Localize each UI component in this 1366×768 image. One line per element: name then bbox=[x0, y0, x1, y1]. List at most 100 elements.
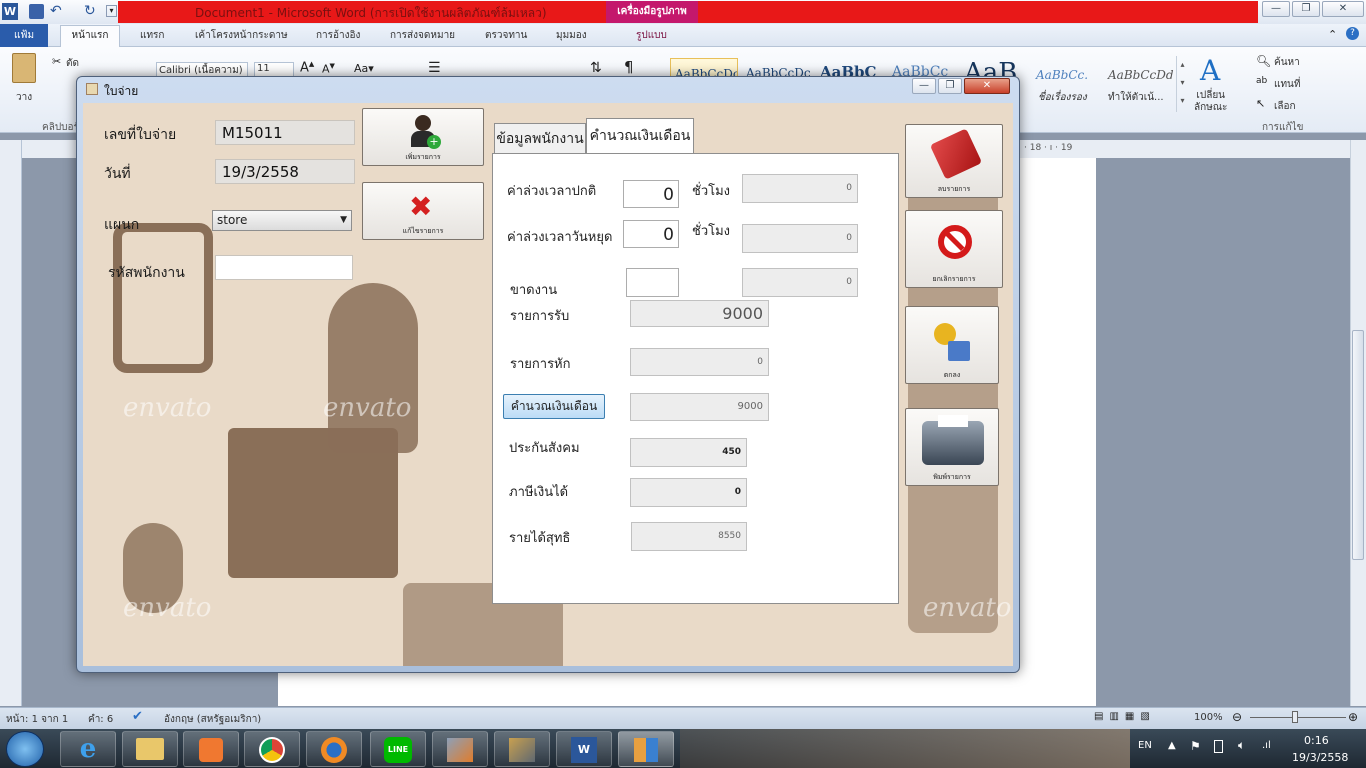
zoom-slider-thumb[interactable] bbox=[1292, 711, 1298, 723]
ot-holiday-amount[interactable]: 0 bbox=[742, 224, 858, 253]
paste-icon[interactable] bbox=[12, 53, 36, 83]
income-field[interactable]: 9000 bbox=[630, 300, 769, 327]
redo-icon[interactable]: ↻ bbox=[84, 3, 96, 19]
pilcrow-icon[interactable]: ¶ bbox=[624, 58, 634, 76]
bullets-icon[interactable]: ☰ bbox=[428, 60, 441, 76]
scrollbar-thumb[interactable] bbox=[1352, 330, 1364, 560]
taskbar-app-10[interactable] bbox=[618, 731, 674, 767]
tab-insert[interactable]: แทรก bbox=[140, 28, 164, 43]
input-language[interactable]: EN bbox=[1138, 740, 1152, 751]
taskbar-chrome[interactable] bbox=[244, 731, 300, 767]
tab-page-layout[interactable]: เค้าโครงหน้ากระดาษ bbox=[195, 28, 288, 43]
proofing-icon[interactable]: ✔ bbox=[132, 709, 143, 724]
delete-item-button[interactable]: ลบรายการ bbox=[905, 124, 1003, 198]
employee-id-field[interactable] bbox=[215, 255, 353, 280]
select-icon[interactable]: ↖ bbox=[1256, 97, 1265, 110]
clock-date[interactable]: 19/3/2558 bbox=[1292, 751, 1348, 764]
style-subtle-emphasis[interactable]: AaBbCcDd ทำให้ตัวเน้... bbox=[1106, 58, 1178, 113]
ot-holiday-hours-input[interactable]: 0 bbox=[623, 220, 679, 248]
find-icon[interactable]: 🔍︎ bbox=[1256, 54, 1271, 68]
network-icon[interactable]: .ıl bbox=[1262, 740, 1271, 751]
clock-time[interactable]: 0:16 bbox=[1304, 734, 1329, 747]
tab-mailings[interactable]: การส่งจดหมาย bbox=[390, 28, 455, 43]
absent-amount[interactable]: 0 bbox=[742, 268, 858, 297]
collapse-ribbon-icon[interactable]: ⌃ bbox=[1328, 28, 1337, 41]
find-button[interactable]: ค้นหา bbox=[1274, 55, 1300, 70]
tab-home[interactable]: หน้าแรก bbox=[60, 25, 120, 48]
taskbar-word[interactable]: W bbox=[556, 731, 612, 767]
battery-icon[interactable] bbox=[1214, 740, 1223, 753]
cancel-item-button[interactable]: ยกเลิกรายการ bbox=[905, 210, 1003, 288]
grow-font-icon[interactable]: A▲ bbox=[300, 60, 314, 75]
zoom-out-icon[interactable]: ⊖ bbox=[1232, 710, 1242, 724]
language-status[interactable]: อังกฤษ (สหรัฐอเมริกา) bbox=[164, 712, 261, 727]
dialog-minimize-button[interactable]: — bbox=[912, 78, 936, 94]
deduct-field[interactable]: 0 bbox=[630, 348, 769, 376]
ot-normal-amount[interactable]: 0 bbox=[742, 174, 858, 203]
word-count[interactable]: คำ: 6 bbox=[88, 712, 113, 727]
zoom-level[interactable]: 100% bbox=[1194, 712, 1223, 723]
tab-view[interactable]: มุมมอง bbox=[556, 28, 587, 43]
change-styles-icon[interactable]: A bbox=[1200, 54, 1220, 87]
social-security-field[interactable]: 450 bbox=[630, 438, 747, 467]
maximize-button[interactable]: ❐ bbox=[1292, 1, 1320, 17]
cut-icon[interactable]: ✂ bbox=[52, 55, 61, 68]
zoom-in-icon[interactable]: ⊕ bbox=[1348, 710, 1358, 724]
taskbar-line[interactable]: LINE bbox=[370, 731, 426, 767]
mannequin-decoration bbox=[328, 283, 418, 453]
show-hidden-icons-icon[interactable]: ▲ bbox=[1168, 740, 1176, 751]
tools-icon bbox=[509, 738, 535, 762]
net-income-field[interactable]: 8550 bbox=[631, 522, 747, 551]
styles-scroll-icon[interactable]: ▴ ▾ ▾ bbox=[1176, 56, 1188, 112]
department-select[interactable]: store ▼ bbox=[212, 210, 352, 231]
minimize-button[interactable]: — bbox=[1262, 1, 1290, 17]
tab-review[interactable]: ตรวจทาน bbox=[485, 28, 527, 43]
select-button[interactable]: เลือก bbox=[1274, 99, 1296, 114]
style-subtitle[interactable]: AaBbCc. ชื่อเรื่องรอง bbox=[1034, 58, 1106, 113]
save-icon[interactable] bbox=[29, 4, 44, 19]
income-tax-field[interactable]: 0 bbox=[630, 478, 747, 507]
taskbar-ie[interactable]: e bbox=[60, 731, 116, 767]
tab-format[interactable]: รูปแบบ bbox=[636, 28, 667, 43]
page-count[interactable]: หน้า: 1 จาก 1 bbox=[6, 712, 68, 727]
tab-file[interactable]: แฟ้ม bbox=[0, 24, 48, 47]
change-case-icon[interactable]: Aa▾ bbox=[354, 62, 374, 75]
zoom-slider[interactable] bbox=[1250, 717, 1346, 718]
taskbar-app-7[interactable] bbox=[432, 731, 488, 767]
replace-icon[interactable]: ab bbox=[1256, 76, 1267, 86]
taskbar-app-8[interactable] bbox=[494, 731, 550, 767]
taskbar-firefox[interactable] bbox=[306, 731, 362, 767]
ok-button[interactable]: ตกลง bbox=[905, 306, 999, 384]
tab-references[interactable]: การอ้างอิง bbox=[316, 28, 360, 43]
undo-icon[interactable]: ↶ bbox=[50, 3, 62, 19]
add-item-button[interactable]: + เพิ่มรายการ bbox=[362, 108, 484, 166]
ot-normal-hours-input[interactable]: 0 bbox=[623, 180, 679, 208]
sort-icon[interactable]: ⇅ bbox=[590, 60, 602, 76]
word-app-icon[interactable]: W bbox=[2, 3, 18, 20]
absent-days-input[interactable] bbox=[626, 268, 679, 297]
calculated-salary[interactable]: 9000 bbox=[630, 393, 769, 421]
cut-label[interactable]: ตัด bbox=[66, 56, 79, 71]
dialog-maximize-button[interactable]: ❐ bbox=[938, 78, 962, 94]
tab-salary-calc[interactable]: คำนวณเงินเดือน bbox=[586, 118, 694, 154]
taskbar-media-player[interactable] bbox=[183, 731, 239, 767]
slip-no-field[interactable]: M15011 bbox=[215, 120, 355, 145]
tab-employee-info[interactable]: ข้อมูลพนักงาน bbox=[494, 123, 586, 153]
volume-icon[interactable]: 🔈︎ bbox=[1238, 738, 1245, 753]
action-center-flag-icon[interactable]: ⚑ bbox=[1190, 739, 1201, 753]
start-button[interactable] bbox=[6, 731, 44, 767]
date-field[interactable]: 19/3/2558 bbox=[215, 159, 355, 184]
taskbar-explorer[interactable] bbox=[122, 731, 178, 767]
help-icon[interactable]: ? bbox=[1346, 27, 1359, 40]
mirror-decoration bbox=[113, 223, 213, 373]
close-button[interactable]: ✕ bbox=[1322, 1, 1364, 17]
dialog-close-button[interactable]: ✕ bbox=[964, 78, 1010, 94]
edit-item-button[interactable]: ✖ แก้ไขรายการ bbox=[362, 182, 484, 240]
qat-customize-icon[interactable]: ▾ bbox=[106, 5, 117, 17]
print-button[interactable]: พิมพ์รายการ bbox=[905, 408, 999, 486]
calculate-salary-button[interactable]: คำนวณเงินเดือน bbox=[503, 394, 605, 419]
change-styles-label[interactable]: เปลี่ยน ลักษณะ bbox=[1194, 90, 1227, 114]
replace-button[interactable]: แทนที่ bbox=[1274, 77, 1300, 92]
view-buttons[interactable]: ▤▥▦▧ bbox=[1094, 711, 1174, 725]
shrink-font-icon[interactable]: A▼ bbox=[322, 62, 335, 76]
